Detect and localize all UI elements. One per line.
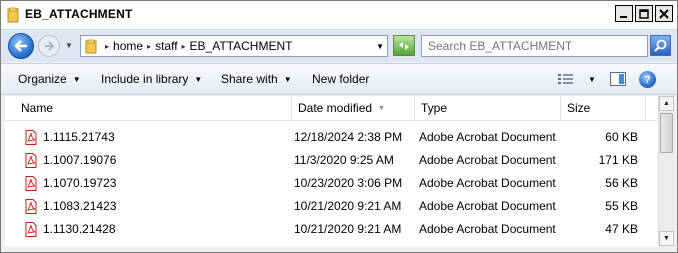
preview-pane-icon[interactable] xyxy=(610,72,626,86)
address-bar[interactable]: ▸ home ▸ staff ▸ EB_ATTACHMENT ▼ xyxy=(80,35,388,57)
include-in-library-button[interactable]: Include in library ▼ xyxy=(101,72,202,86)
address-row: ▼ ▸ home ▸ staff ▸ EB_ATTACHMENT ▼ xyxy=(1,30,677,62)
minimize-glyph xyxy=(620,15,627,18)
file-name: 1.1115.21743 xyxy=(43,130,115,144)
folder-icon xyxy=(7,7,19,23)
column-type[interactable]: Type xyxy=(415,96,561,120)
breadcrumb-eb-attachment[interactable]: EB_ATTACHMENT xyxy=(190,39,293,53)
refresh-button[interactable] xyxy=(393,35,415,56)
new-folder-label: New folder xyxy=(312,72,370,86)
file-name: 1.1070.19723 xyxy=(43,176,117,190)
new-folder-button[interactable]: New folder xyxy=(312,72,369,86)
chevron-down-icon: ▼ xyxy=(194,75,203,85)
maximize-icon[interactable] xyxy=(635,5,653,22)
include-in-library-label: Include in library xyxy=(101,72,189,86)
maximize-glyph xyxy=(639,8,649,19)
vertical-scrollbar[interactable]: ▲ ▼ xyxy=(658,96,674,246)
pdf-file-icon xyxy=(25,176,37,191)
window-title: EB_ATTACHMENT xyxy=(25,7,133,21)
forward-arrow-icon xyxy=(45,41,54,51)
file-size: 60 KB xyxy=(605,130,638,144)
organize-label: Organize xyxy=(18,72,67,86)
file-date: 11/3/2020 9:25 AM xyxy=(294,153,394,167)
window-controls xyxy=(615,5,673,22)
help-icon[interactable]: ? xyxy=(639,71,656,88)
file-date: 10/21/2020 9:21 AM xyxy=(294,222,402,236)
file-size: 47 KB xyxy=(605,222,638,236)
refresh-icon xyxy=(399,41,409,50)
list-item[interactable]: 1.1007.19076 11/3/2020 9:25 AM Adobe Acr… xyxy=(5,149,658,172)
list-item[interactable]: 1.1070.19723 10/23/2020 3:06 PM Adobe Ac… xyxy=(5,172,658,195)
back-arrow-icon xyxy=(14,40,27,52)
magnifier-glyph xyxy=(654,39,667,52)
organize-button[interactable]: Organize ▼ xyxy=(18,72,81,86)
close-glyph xyxy=(659,8,669,19)
search-input[interactable] xyxy=(422,36,647,56)
explorer-window: EB_ATTACHMENT ▼ ▸ home ▸ staff ▸ EB_ATTA… xyxy=(0,0,678,253)
file-size: 171 KB xyxy=(598,153,638,167)
scroll-up-icon[interactable]: ▲ xyxy=(659,96,674,111)
scroll-thumb[interactable] xyxy=(660,113,673,153)
view-dropdown-icon[interactable]: ▼ xyxy=(588,75,596,84)
scroll-down-icon[interactable]: ▼ xyxy=(659,231,674,246)
file-list: Name Date modified ▼ Type Size 1.1115.217… xyxy=(5,96,658,246)
view-options-icon[interactable] xyxy=(558,73,574,86)
search-icon[interactable] xyxy=(650,35,671,56)
address-dropdown-icon[interactable]: ▼ xyxy=(376,42,384,51)
file-date: 10/23/2020 3:06 PM xyxy=(294,176,403,190)
column-date-modified[interactable]: Date modified ▼ xyxy=(292,96,415,120)
file-type: Adobe Acrobat Document xyxy=(419,153,556,167)
breadcrumb: ▸ home ▸ staff ▸ EB_ATTACHMENT xyxy=(105,39,292,53)
file-type: Adobe Acrobat Document xyxy=(419,222,556,236)
column-size[interactable]: Size xyxy=(561,96,646,120)
folder-icon xyxy=(85,39,97,54)
title-bar: EB_ATTACHMENT xyxy=(1,1,677,30)
pdf-file-icon xyxy=(25,130,37,145)
list-item[interactable]: 1.1083.21423 10/21/2020 9:21 AM Adobe Ac… xyxy=(5,195,658,218)
share-with-button[interactable]: Share with ▼ xyxy=(221,72,292,86)
pdf-file-icon xyxy=(25,222,37,237)
file-date: 10/21/2020 9:21 AM xyxy=(294,199,402,213)
file-date: 12/18/2024 2:38 PM xyxy=(294,130,403,144)
file-name: 1.1083.21423 xyxy=(43,199,117,213)
minimize-icon[interactable] xyxy=(615,5,633,22)
sort-descending-icon: ▼ xyxy=(378,104,385,112)
breadcrumb-separator-icon[interactable]: ▸ xyxy=(105,42,109,51)
recent-pages-dropdown-icon[interactable]: ▼ xyxy=(65,41,73,50)
column-type-label: Type xyxy=(421,101,448,115)
list-item[interactable]: 1.1115.21743 12/18/2024 2:38 PM Adobe Ac… xyxy=(5,126,658,149)
file-type: Adobe Acrobat Document xyxy=(419,130,556,144)
file-name: 1.1007.19076 xyxy=(43,153,117,167)
pdf-file-icon xyxy=(25,199,37,214)
breadcrumb-separator-icon[interactable]: ▸ xyxy=(147,42,151,51)
breadcrumb-separator-icon[interactable]: ▸ xyxy=(182,42,186,51)
column-size-label: Size xyxy=(567,101,591,115)
breadcrumb-staff[interactable]: staff xyxy=(155,39,177,53)
file-name: 1.1130.21428 xyxy=(43,222,116,236)
forward-button[interactable] xyxy=(38,35,60,57)
share-with-label: Share with xyxy=(221,72,278,86)
file-size: 56 KB xyxy=(605,176,638,190)
back-button[interactable] xyxy=(8,33,34,59)
pdf-file-icon xyxy=(25,153,37,168)
search-box[interactable] xyxy=(421,35,648,57)
file-type: Adobe Acrobat Document xyxy=(419,176,556,190)
command-bar: Organize ▼ Include in library ▼ Share with… xyxy=(1,63,677,95)
file-size: 55 KB xyxy=(605,199,638,213)
list-item[interactable]: 1.1130.21428 10/21/2020 9:21 AM Adobe Ac… xyxy=(5,218,658,241)
chevron-down-icon: ▼ xyxy=(72,75,81,85)
column-header: Name Date modified ▼ Type Size xyxy=(5,96,658,121)
chevron-down-icon: ▼ xyxy=(283,75,292,85)
column-name-label: Name xyxy=(21,101,54,115)
close-icon[interactable] xyxy=(655,5,673,22)
file-type: Adobe Acrobat Document xyxy=(419,199,556,213)
column-date-label: Date modified xyxy=(298,101,373,115)
column-name[interactable]: Name xyxy=(5,96,292,120)
breadcrumb-home[interactable]: home xyxy=(113,39,143,53)
